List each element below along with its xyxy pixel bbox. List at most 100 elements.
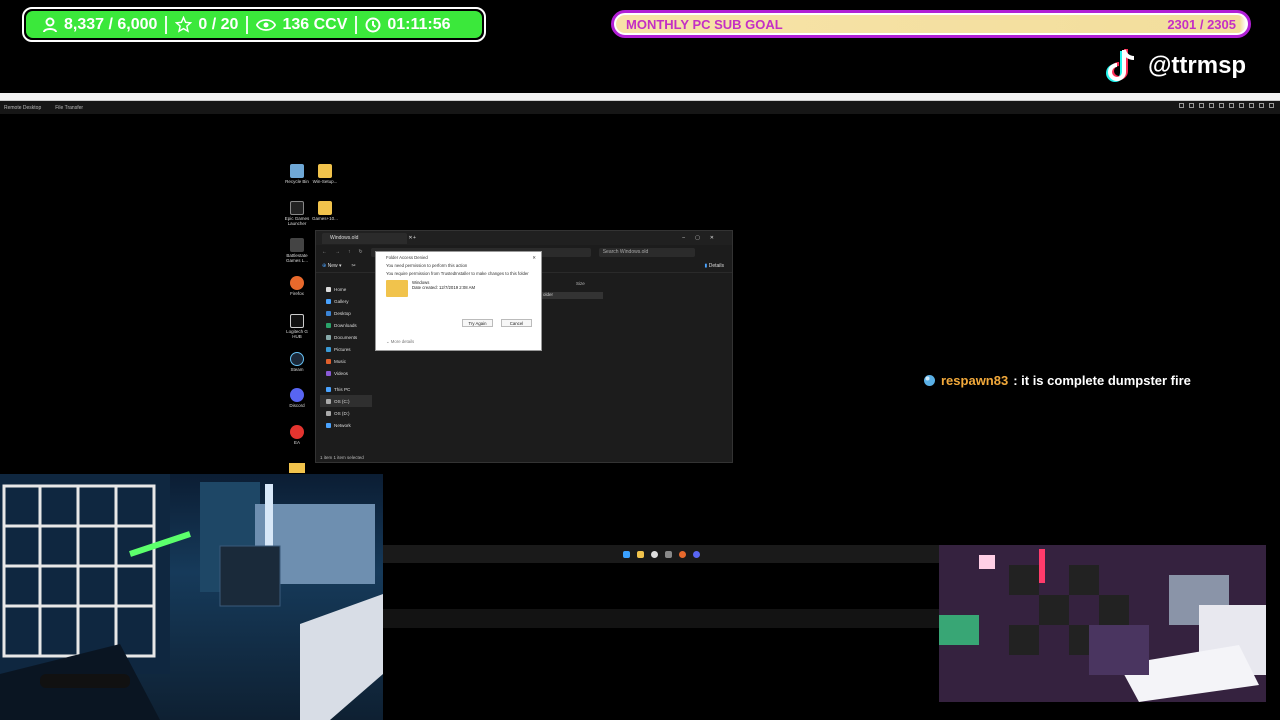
sidebar-item-downloads[interactable]: Downloads [320,319,372,331]
logitech-icon[interactable]: Logitech G HUB [284,314,310,339]
star-icon [175,16,193,33]
remote-desktop-tabs: Remote Desktop File Transfer [0,101,1280,114]
explorer-taskbar-icon[interactable] [636,550,644,558]
followers-value: 8,337 / 6,000 [64,15,158,33]
sub-goal-count: 2301 / 2305 [1167,16,1236,32]
chat-message: respawn83 : it is complete dumpster fire [923,373,1191,388]
folder-icon[interactable]: Win-Setup... [312,164,338,184]
eye-icon [256,18,277,31]
remote-desktop-titlebar [0,93,1280,101]
close-tab-icon[interactable]: ✕ [408,235,412,241]
folder-date: Date created: 12/7/2019 2:08 AM [412,285,476,290]
steam-icon[interactable]: Steam [284,352,310,372]
back-icon[interactable]: ← [322,249,327,255]
sub-goal-bar: MONTHLY PC SUB GOAL 2301 / 2305 [611,10,1251,38]
toolbar-icon[interactable] [1219,103,1224,108]
viewers-stat: 136 CCV [248,16,355,34]
sidebar-item-pictures[interactable]: Pictures [320,343,372,355]
toolbar-icon[interactable] [1199,103,1204,108]
refresh-icon[interactable]: ↻ [359,249,363,255]
dialog-title: Folder Access Denied [386,255,428,260]
sidebar-item-videos[interactable]: Videos [320,367,372,379]
forward-icon[interactable]: → [335,249,340,255]
tiktok-handle-text: @ttrmsp [1148,52,1247,79]
viewers-value: 136 CCV [282,15,348,33]
favorites-value: 0 / 20 [198,15,239,33]
window-controls[interactable]: –▢✕ [682,235,732,241]
ea-icon[interactable]: EA [284,425,310,445]
remote-desktop-tab[interactable]: Remote Desktop [4,105,41,111]
webcam-scene [939,545,1266,702]
stream-stats-bar: 8,337 / 6,000 0 / 20 136 CCV 01:11:56 [22,7,486,42]
taskbar [383,545,939,563]
folder-icon [386,280,408,297]
app-taskbar-icon[interactable] [650,550,658,558]
toolbar-icon[interactable] [1189,103,1194,108]
try-again-button[interactable]: Try Again [462,319,493,327]
folder-icon[interactable] [289,463,305,473]
clock-icon [365,17,381,32]
details-button[interactable]: ▮ Details [705,263,732,269]
up-icon[interactable]: ↑ [348,249,351,255]
app-taskbar-icon[interactable] [664,550,672,558]
favorites-stat: 0 / 20 [167,16,246,34]
start-icon[interactable] [622,550,630,558]
discord-icon[interactable]: Discord [284,388,310,408]
sidebar-item-os-c[interactable]: OS (C:) [320,395,372,407]
toolbar-icon[interactable] [1229,103,1234,108]
recycle-bin-icon[interactable]: Recycle Bin [284,164,310,184]
chat-username: respawn83 [941,373,1009,388]
more-details-link[interactable]: ⌄ More details [386,339,414,345]
toolbar-icon[interactable] [1179,103,1184,108]
sidebar-item-documents[interactable]: Documents [320,331,372,343]
column-header-size[interactable]: Size [576,281,585,286]
sidebar-item-network[interactable]: Network [320,419,372,431]
chat-text: : it is complete dumpster fire [1013,373,1191,388]
explorer-tab-title: Windows.old [330,235,359,241]
explorer-sidebar: Home Gallery Desktop Downloads Documents… [320,283,372,431]
webcam-desk-view [939,545,1266,702]
follower-icon [43,17,57,32]
epic-games-icon[interactable]: Epic Games Launcher [284,201,310,226]
uptime-stat: 01:11:56 [357,16,458,34]
sub-goal-label: MONTHLY PC SUB GOAL [626,16,783,32]
cancel-button[interactable]: Cancel [501,319,532,327]
list-item[interactable]: older [541,292,603,299]
sidebar-item-home[interactable]: Home [320,283,372,295]
folder-icon[interactable]: Games+10... [312,201,338,221]
new-button[interactable]: ⊕ New ▾ [322,263,342,269]
cut-icon[interactable]: ✂ [352,263,356,269]
folder-access-denied-dialog: Folder Access Denied ✕ You need permissi… [375,251,542,351]
dialog-message: You need permission to perform this acti… [386,263,468,268]
firefox-icon[interactable]: Firefox [284,276,310,296]
discord-taskbar-icon[interactable] [692,550,700,558]
toolbar-icon[interactable] [1259,103,1264,108]
webcam-scene [0,474,383,720]
sidebar-item-desktop[interactable]: Desktop [320,307,372,319]
explorer-tab[interactable]: Windows.old ✕ [322,232,413,244]
uptime-value: 01:11:56 [387,15,451,33]
new-tab-icon[interactable]: + [413,235,416,241]
toolbar-icon[interactable] [1269,103,1274,108]
battlestate-icon[interactable]: Battlestate Games L... [284,238,310,263]
screen-divider [383,609,939,628]
chat-badge-icon [924,375,935,386]
tiktok-icon [1106,49,1135,82]
followers-stat: 8,337 / 6,000 [34,16,165,34]
webcam-room-view [0,474,383,720]
file-transfer-tab[interactable]: File Transfer [55,105,83,111]
toolbar-icon[interactable] [1249,103,1254,108]
firefox-taskbar-icon[interactable] [678,550,686,558]
sidebar-item-os-d[interactable]: OS (D:) [320,407,372,419]
toolbar-icon[interactable] [1239,103,1244,108]
remote-desktop-toolbar [1179,103,1274,108]
sidebar-item-this-pc[interactable]: This PC [320,383,372,395]
toolbar-icon[interactable] [1209,103,1214,108]
dialog-detail: You require permission from TrustedInsta… [386,271,529,276]
search-input[interactable]: Search Windows.old [598,247,695,257]
sidebar-item-music[interactable]: Music [320,355,372,367]
sidebar-item-gallery[interactable]: Gallery [320,295,372,307]
close-icon[interactable]: ✕ [532,255,536,261]
status-bar: 1 item 1 item selected [320,455,364,460]
tiktok-handle: @ttrmsp [1104,46,1246,86]
